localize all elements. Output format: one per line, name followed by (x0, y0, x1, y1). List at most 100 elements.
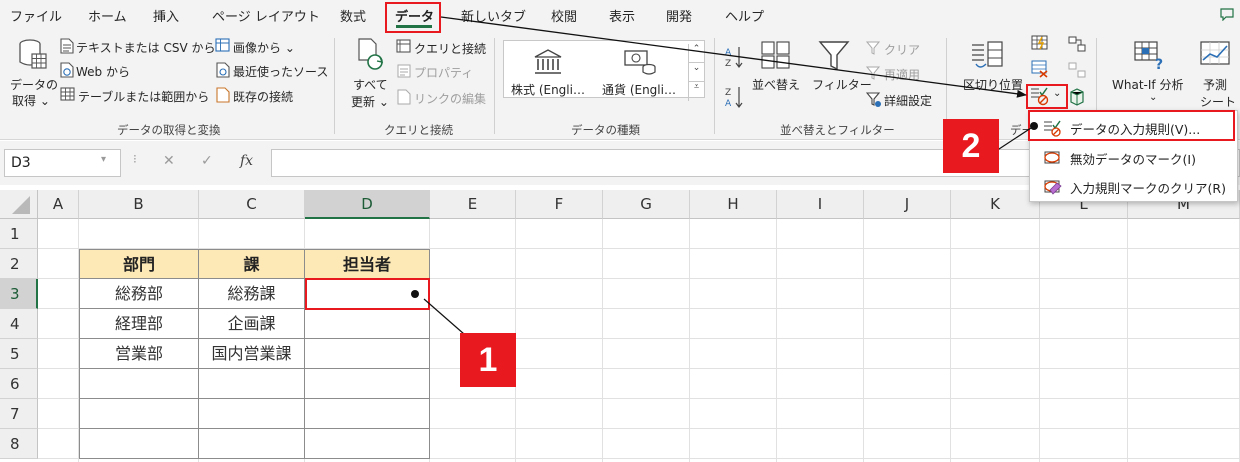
edit-links-button[interactable]: リンクの編集 (414, 90, 486, 107)
cell-c5[interactable]: 国内営業課 (199, 339, 305, 369)
existing-connections-button[interactable]: 既存の接続 (233, 88, 293, 105)
tab-home[interactable]: ホーム (88, 6, 127, 25)
bank-icon (534, 49, 562, 74)
cell-c6[interactable] (199, 369, 305, 399)
properties-button[interactable]: プロパティ (414, 64, 473, 81)
remove-duplicates-icon[interactable] (1031, 60, 1049, 78)
column-header-f[interactable]: F (516, 190, 603, 219)
column-header-d[interactable]: D (305, 190, 430, 219)
cell-b7[interactable] (79, 399, 199, 429)
sort-ascending-icon[interactable]: A Z (724, 44, 746, 70)
column-header-j[interactable]: J (864, 190, 951, 219)
column-header-g[interactable]: G (603, 190, 690, 219)
from-text-csv-button[interactable]: テキストまたは CSV から (76, 39, 215, 56)
comments-icon[interactable] (1220, 8, 1234, 21)
currency-icon (624, 50, 656, 75)
data-model-icon[interactable] (1068, 88, 1086, 106)
get-data-label-2: 取得 ⌄ (12, 94, 50, 108)
cell-b3[interactable]: 総務部 (79, 279, 199, 309)
tab-view[interactable]: 表示 (609, 6, 635, 25)
group-label-queries: クエリと接続 (384, 123, 453, 137)
sort-label: 並べ替え (752, 78, 801, 92)
sort-descending-icon[interactable]: Z A (724, 84, 746, 110)
column-header-e[interactable]: E (430, 190, 516, 219)
cell-c3[interactable]: 総務課 (199, 279, 305, 309)
selected-cell-d3-highlight[interactable] (305, 278, 430, 310)
row-header-1[interactable]: 1 (0, 219, 38, 249)
flash-fill-icon[interactable] (1031, 35, 1049, 51)
from-picture-button[interactable]: 画像から ⌄ (233, 39, 295, 56)
clear-filter-button[interactable]: クリア (884, 41, 920, 58)
column-header-k[interactable]: K (951, 190, 1040, 219)
row-header-2[interactable]: 2 (0, 249, 38, 279)
relationships-icon[interactable] (1068, 36, 1086, 52)
row-header-4[interactable]: 4 (0, 309, 38, 339)
filter-label: フィルター (812, 78, 872, 92)
text-to-columns-icon (972, 41, 1003, 68)
group-separator (714, 38, 715, 134)
reapply-button[interactable]: 再適用 (884, 66, 920, 83)
gridline (1039, 219, 1040, 462)
cell-d7[interactable] (305, 399, 430, 429)
svg-text:A: A (725, 48, 732, 58)
cell-b2[interactable]: 部門 (79, 249, 199, 279)
select-all-corner[interactable] (0, 190, 38, 219)
tab-new-tab[interactable]: 新しいタブ (461, 6, 526, 25)
forecast-chart-icon (1200, 41, 1230, 65)
from-web-button[interactable]: Web から (76, 63, 130, 80)
cell-c4[interactable]: 企画課 (199, 309, 305, 339)
row-header-5[interactable]: 5 (0, 339, 38, 369)
web-page-icon (60, 62, 74, 78)
column-header-i[interactable]: I (777, 190, 864, 219)
datatype-more-icon[interactable]: ⩡ (688, 82, 704, 101)
menu-item-clear-validation-circles[interactable]: 入力規則マークのクリア(R) (1030, 172, 1237, 201)
datatype-scroll-up-icon[interactable]: ⌃ (688, 44, 704, 63)
tab-developer[interactable]: 開発 (666, 6, 692, 25)
cell-c7[interactable] (199, 399, 305, 429)
tab-insert[interactable]: 挿入 (153, 6, 179, 25)
cell-b5[interactable]: 営業部 (79, 339, 199, 369)
group-separator (334, 38, 335, 134)
queries-connections-button[interactable]: クエリと接続 (414, 40, 486, 57)
cell-b6[interactable] (79, 369, 199, 399)
recent-sources-button[interactable]: 最近使ったソース (233, 63, 328, 80)
worksheet-grid: ABCDEFGHIJKLM 12345678 部門課担当者 総務部 総務課 経理部 企画… (0, 190, 1240, 462)
cell-d6[interactable] (305, 369, 430, 399)
menu-item-circle-invalid-data[interactable]: 無効データのマーク(I) (1030, 143, 1237, 172)
column-header-b[interactable]: B (79, 190, 199, 219)
column-header-c[interactable]: C (199, 190, 305, 219)
existing-connections-icon (216, 87, 230, 103)
cell-d5[interactable] (305, 339, 430, 369)
row-header-6[interactable]: 6 (0, 369, 38, 399)
consolidate-icon[interactable] (1068, 62, 1086, 78)
tab-page-layout[interactable]: ページ レイアウト (212, 6, 320, 25)
cell-d2[interactable]: 担当者 (305, 249, 430, 279)
advanced-filter-button[interactable]: 詳細設定 (884, 92, 932, 109)
row-header-7[interactable]: 7 (0, 399, 38, 429)
cell-d4[interactable] (305, 309, 430, 339)
tab-review[interactable]: 校閲 (551, 6, 577, 25)
row-header-8[interactable]: 8 (0, 429, 38, 459)
cell-b8[interactable] (79, 429, 199, 459)
row-header-3[interactable]: 3 (0, 279, 38, 309)
gridline (602, 219, 603, 462)
cell-c2[interactable]: 課 (199, 249, 305, 279)
refresh-icon (358, 38, 384, 70)
column-header-h[interactable]: H (690, 190, 777, 219)
cell-b4[interactable]: 経理部 (79, 309, 199, 339)
datatype-scroll-down-icon[interactable]: ⌄ (688, 63, 704, 82)
enter-icon[interactable]: ✓ (201, 153, 213, 169)
tab-help[interactable]: ヘルプ (725, 6, 764, 25)
more-options-icon: ⁝ (133, 152, 137, 166)
cancel-icon[interactable]: ✕ (163, 153, 175, 169)
from-table-button[interactable]: テーブルまたは範囲から (78, 88, 209, 105)
cell-d8[interactable] (305, 429, 430, 459)
tab-formulas[interactable]: 数式 (340, 6, 366, 25)
column-header-a[interactable]: A (38, 190, 79, 219)
name-box-chevron-down-icon[interactable]: ▾ (101, 154, 106, 165)
insert-function-icon[interactable]: fx (240, 153, 253, 169)
tab-file[interactable]: ファイル (10, 6, 62, 25)
gridline (950, 219, 951, 462)
cell-c8[interactable] (199, 429, 305, 459)
properties-icon (397, 64, 411, 78)
